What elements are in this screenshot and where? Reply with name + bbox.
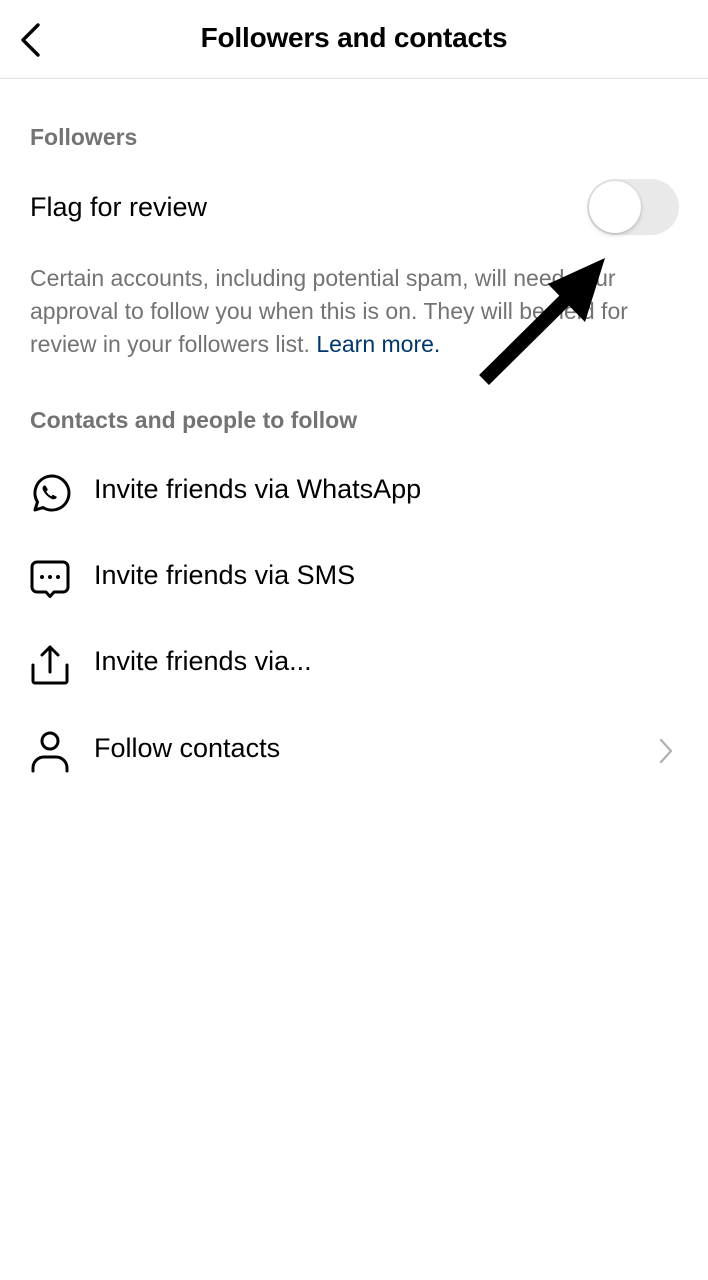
followers-section-label: Followers bbox=[30, 124, 138, 150]
invite-sms-item[interactable]: Invite friends via SMS bbox=[0, 538, 708, 618]
follow-contacts-label: Follow contacts bbox=[94, 733, 281, 763]
person-icon bbox=[31, 731, 69, 773]
invite-share-item[interactable]: Invite friends via... bbox=[0, 624, 708, 704]
flag-for-review-label: Flag for review bbox=[30, 192, 208, 222]
page-title: Followers and contacts bbox=[200, 22, 508, 53]
flag-for-review-toggle[interactable] bbox=[587, 179, 679, 235]
share-icon bbox=[31, 645, 69, 685]
toggle-knob bbox=[589, 181, 641, 233]
chevron-right-icon bbox=[659, 738, 673, 764]
contacts-section-label: Contacts and people to follow bbox=[30, 407, 358, 433]
learn-more-link[interactable]: Learn more. bbox=[316, 331, 440, 357]
invite-share-label: Invite friends via... bbox=[94, 646, 312, 676]
header-bar: Followers and contacts bbox=[0, 0, 708, 79]
flag-for-review-description: Certain accounts, including potential sp… bbox=[30, 262, 680, 361]
follow-contacts-item[interactable]: Follow contacts bbox=[0, 711, 708, 791]
whatsapp-icon bbox=[33, 474, 71, 512]
invite-whatsapp-item[interactable]: Invite friends via WhatsApp bbox=[0, 452, 708, 532]
sms-chat-icon bbox=[30, 560, 70, 598]
invite-sms-label: Invite friends via SMS bbox=[94, 560, 356, 590]
invite-whatsapp-label: Invite friends via WhatsApp bbox=[94, 474, 422, 504]
